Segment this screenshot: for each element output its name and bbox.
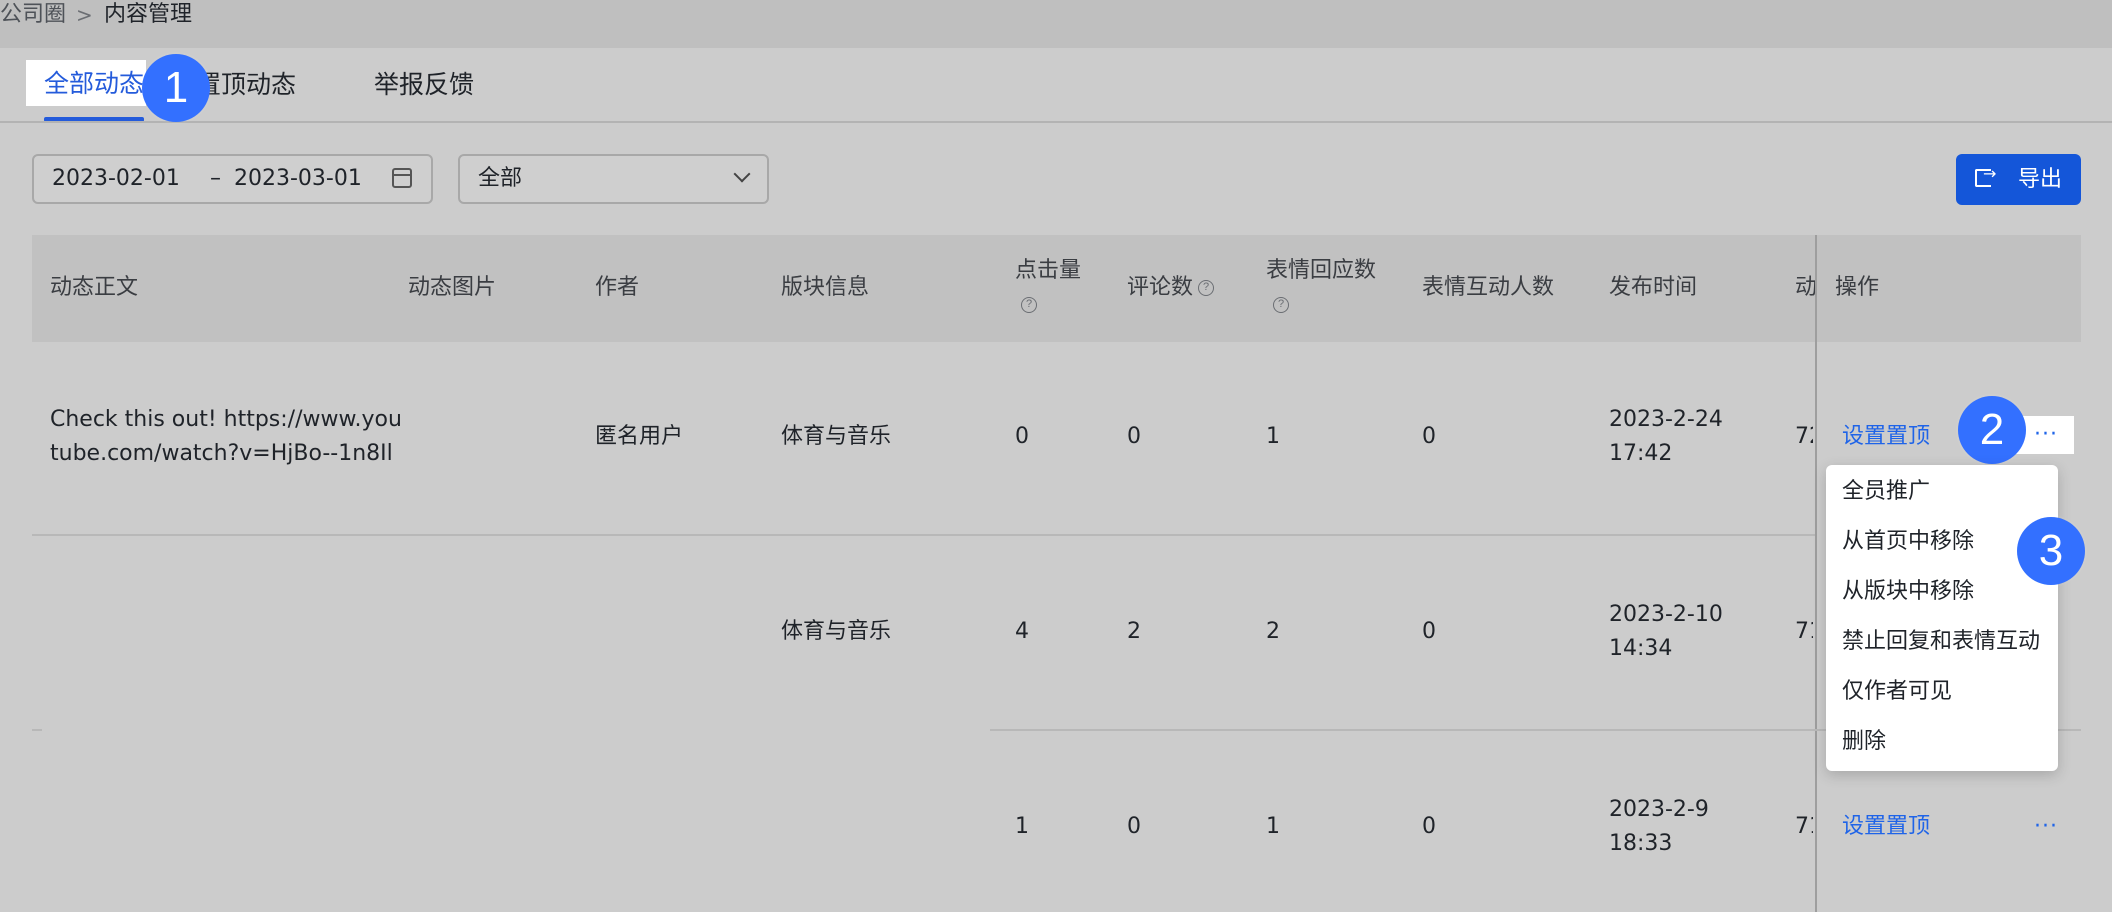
row3-pin-button[interactable]: 设置置顶 (1842, 810, 1930, 844)
menu-item-remove-from-section[interactable]: 从版块中移除 (1842, 577, 1974, 607)
row1-content-line2: tube.com/watch?v=HjBo--1n8Il (50, 441, 393, 466)
row2-time: 14:34 (1609, 636, 1673, 661)
row2-clicks: 4 (1015, 619, 1029, 644)
help-icon[interactable]: ? (1273, 297, 1289, 313)
export-icon (1975, 164, 1996, 187)
menu-item-disable-replies[interactable]: 禁止回复和表情互动 (1842, 627, 2040, 657)
calendar-icon (392, 168, 412, 188)
col-header-content: 动态正文 (50, 275, 139, 300)
export-button-label: 导出 (2018, 167, 2063, 192)
tabs-divider (0, 121, 2112, 123)
category-select-value: 全部 (478, 166, 523, 191)
date-range-separator: – (210, 166, 221, 191)
tab-reports[interactable]: 举报反馈 (374, 60, 474, 110)
table-header (32, 235, 2081, 342)
help-icon[interactable]: ? (1198, 280, 1214, 296)
col-header-reactors: 表情互动人数 (1422, 275, 1555, 300)
row1-author: 匿名用户 (595, 424, 684, 449)
tab-all-posts[interactable]: 全部动态 (26, 60, 146, 106)
col-header-author: 作者 (595, 275, 640, 300)
row1-section: 体育与音乐 (781, 424, 892, 449)
breadcrumb-separator-icon: > (76, 3, 93, 27)
breadcrumb-parent[interactable]: 公司圈 (0, 0, 66, 30)
row3-more-button[interactable]: ··· (2034, 810, 2058, 844)
chevron-down-icon (733, 165, 751, 183)
step-badge-2: 2 (1958, 396, 2026, 464)
row2-reactors: 0 (1422, 619, 1436, 644)
date-end: 2023-03-01 (234, 166, 362, 191)
step-badge-3: 3 (2017, 517, 2085, 585)
help-icon[interactable]: ? (1021, 297, 1037, 313)
row1-comments: 0 (1127, 424, 1141, 449)
row2-comments: 2 (1127, 619, 1141, 644)
col-header-image: 动态图片 (408, 275, 497, 300)
row3-date: 2023-2-9 (1609, 797, 1709, 822)
row3-clicks: 1 (1015, 814, 1029, 839)
more-actions-menu: 全员推广 从首页中移除 从版块中移除 禁止回复和表情互动 仅作者可见 删除 (1826, 465, 2058, 771)
menu-item-promote-all[interactable]: 全员推广 (1842, 477, 1930, 507)
row2-reactions: 2 (1266, 619, 1280, 644)
export-button[interactable]: 导出 (1956, 154, 2081, 205)
fixed-column-divider (1815, 235, 1817, 912)
row2-truncated: 71 (1795, 619, 1813, 644)
row3-time: 18:33 (1609, 831, 1673, 856)
row3-comments: 0 (1127, 814, 1141, 839)
date-range-picker[interactable]: 2023-02-01 – 2023-03-01 (32, 154, 433, 204)
row1-pin-button[interactable]: 设置置顶 (1842, 420, 1930, 454)
row3-truncated: 71 (1795, 814, 1813, 839)
row-divider (32, 729, 42, 731)
menu-item-delete[interactable]: 删除 (1842, 727, 1886, 757)
step-badge-1: 1 (142, 54, 210, 122)
row1-date: 2023-2-24 (1609, 407, 1723, 432)
tab-pinned-posts[interactable]: 置顶动态 (196, 60, 296, 110)
row1-reactions: 1 (1266, 424, 1280, 449)
row1-truncated: 72 (1795, 424, 1813, 449)
row1-clicks: 0 (1015, 424, 1029, 449)
col-header-truncated: 动 (1795, 275, 1818, 300)
date-start: 2023-02-01 (52, 166, 180, 191)
col-header-reactions: 表情回应数 (1266, 258, 1377, 283)
menu-item-author-only[interactable]: 仅作者可见 (1842, 677, 1952, 707)
col-header-actions: 操作 (1835, 275, 1880, 300)
col-header-publish-time: 发布时间 (1609, 275, 1698, 300)
category-select[interactable]: 全部 (458, 154, 769, 204)
row3-reactors: 0 (1422, 814, 1436, 839)
col-header-comments: 评论数 (1127, 275, 1194, 300)
col-header-section: 版块信息 (781, 275, 870, 300)
row1-content-line1: Check this out! https://www.you (50, 407, 402, 432)
row1-reactors: 0 (1422, 424, 1436, 449)
breadcrumb: 公司圈 > 内容管理 (0, 0, 2112, 48)
row3-reactions: 1 (1266, 814, 1280, 839)
more-icon: ··· (2034, 422, 2058, 447)
menu-item-remove-from-home[interactable]: 从首页中移除 (1842, 527, 1974, 557)
row1-time: 17:42 (1609, 441, 1673, 466)
row2-section: 体育与音乐 (781, 619, 892, 644)
row2-date: 2023-2-10 (1609, 602, 1723, 627)
row-divider (32, 534, 1815, 536)
col-header-clicks: 点击量 (1015, 258, 1082, 283)
breadcrumb-current: 内容管理 (104, 2, 193, 27)
